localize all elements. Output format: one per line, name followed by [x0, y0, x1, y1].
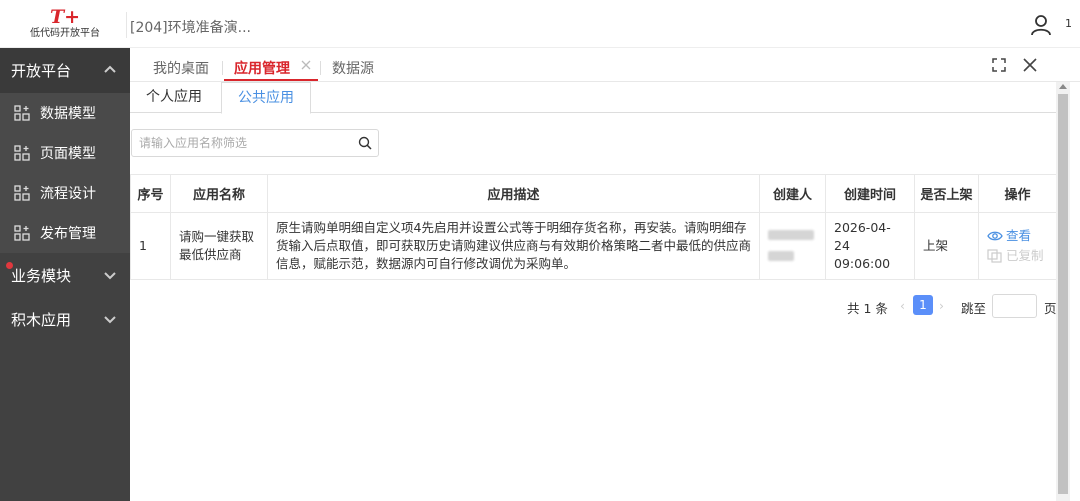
cell-created-time: 2026-04-24 09:06:00 — [825, 212, 915, 280]
fullscreen-icon[interactable] — [991, 57, 1007, 73]
pager-total: 共 1 条 — [847, 301, 888, 316]
main-content: 个人应用 公共应用 请输入应用名称筛选 序号 应用名称 应用描述 创建人 创建时… — [130, 82, 1057, 501]
chevron-down-icon — [104, 316, 116, 324]
app-logo[interactable]: T+ 低代码开放平台 — [0, 0, 130, 48]
tab-separator — [320, 61, 321, 75]
tab-app-management[interactable]: 应用管理 — [234, 58, 290, 78]
module-icon — [14, 105, 30, 121]
cell-actions: 查看 已复制 — [978, 212, 1057, 280]
table-row: 1 请购一键获取最低供应商 原生请购单明细自定义项4先启用并设置公式等于明细存货… — [130, 212, 1057, 280]
close-icon[interactable] — [300, 59, 312, 71]
logo-text: 低代码开放平台 — [30, 27, 100, 39]
menu-group-blocks[interactable]: 积木应用 — [0, 297, 130, 341]
sidebar-item-label: 页面模型 — [40, 146, 96, 162]
user-count: 1 — [1065, 17, 1072, 30]
column-header: 应用名称 — [170, 174, 268, 213]
apps-table: 序号 应用名称 应用描述 创建人 创建时间 是否上架 操作 1 请购一键获取最低… — [130, 174, 1057, 280]
search-icon[interactable] — [358, 136, 372, 150]
environment-title[interactable]: [204]环境准备演... — [126, 12, 251, 38]
pagination: 共 1 条 ‹ 1 › 跳至 页 — [130, 294, 1057, 320]
scroll-up-arrow[interactable] — [1059, 84, 1067, 89]
sidebar-item-label: 流程设计 — [40, 186, 96, 202]
view-label: 查看 — [1006, 228, 1032, 243]
column-header: 操作 — [978, 174, 1057, 213]
user-icon[interactable] — [1030, 14, 1052, 36]
pager-unit-label: 页 — [1044, 301, 1057, 316]
cell-listed-status: 上架 — [914, 212, 979, 280]
redacted-creator — [768, 229, 814, 240]
copied-button: 已复制 — [987, 246, 1048, 266]
active-tab-underline — [224, 79, 318, 81]
tab-bar: 我的桌面 应用管理 数据源 — [130, 48, 1080, 82]
chevron-up-icon — [104, 65, 116, 73]
chevron-down-icon — [104, 272, 116, 280]
sidebar-item-data-model[interactable]: 数据模型 — [0, 93, 130, 133]
sidebar-item-page-model[interactable]: 页面模型 — [0, 133, 130, 173]
column-header: 创建时间 — [825, 174, 915, 213]
tab-separator — [222, 61, 223, 75]
chevron-right-icon[interactable]: › — [939, 298, 944, 313]
cell-app-name: 请购一键获取最低供应商 — [170, 212, 268, 280]
pager-goto-label: 跳至 — [961, 301, 987, 316]
column-header: 是否上架 — [914, 174, 979, 213]
copied-label: 已复制 — [1006, 248, 1044, 263]
module-icon — [14, 185, 30, 201]
module-icon — [14, 145, 30, 161]
menu-group-open-platform[interactable]: 开放平台 — [0, 48, 130, 93]
cell-description: 原生请购单明细自定义项4先启用并设置公式等于明细存货名称，再安装。请购明细存货输… — [267, 212, 760, 280]
menu-group-label: 业务模块 — [11, 266, 72, 285]
pager-goto-input[interactable] — [992, 294, 1037, 318]
subtab-bar: 个人应用 公共应用 — [130, 82, 1056, 114]
vertical-scrollbar[interactable] — [1056, 82, 1070, 501]
menu-group-business[interactable]: 业务模块 — [0, 253, 130, 297]
sidebar: 开放平台 数据模型 页面模型 流程设计 发布管理 业务模块 积木应用 — [0, 48, 130, 501]
menu-group-label: 开放平台 — [11, 62, 72, 80]
top-header: T+ 低代码开放平台 [204]环境准备演... 1 — [0, 0, 1080, 48]
view-button[interactable]: 查看 — [987, 226, 1048, 246]
close-window-icon[interactable] — [1022, 57, 1038, 73]
chevron-left-icon[interactable]: ‹ — [900, 298, 905, 313]
sidebar-item-publish[interactable]: 发布管理 — [0, 213, 130, 253]
sidebar-item-label: 数据模型 — [40, 106, 96, 122]
notification-dot — [6, 262, 13, 269]
eye-icon — [987, 231, 1003, 241]
column-header: 应用描述 — [267, 174, 760, 213]
tab-my-desktop[interactable]: 我的桌面 — [153, 58, 209, 78]
sidebar-item-flow-design[interactable]: 流程设计 — [0, 173, 130, 213]
cell-index: 1 — [130, 212, 171, 280]
subtab-public-apps[interactable]: 公共应用 — [221, 82, 311, 114]
table-header-row: 序号 应用名称 应用描述 创建人 创建时间 是否上架 操作 — [130, 174, 1057, 213]
cell-creator: 1 — [759, 212, 826, 280]
tab-data-source[interactable]: 数据源 — [332, 58, 374, 78]
subtab-personal-apps[interactable]: 个人应用 — [130, 82, 218, 113]
menu-group-label: 积木应用 — [11, 310, 72, 329]
logo-mark: T+ — [49, 5, 81, 28]
sidebar-item-label: 发布管理 — [40, 226, 96, 242]
column-header: 序号 — [130, 174, 171, 213]
page-button-current[interactable]: 1 — [913, 295, 933, 315]
open-platform-submenu: 数据模型 页面模型 流程设计 发布管理 — [0, 93, 130, 253]
scroll-thumb[interactable] — [1058, 94, 1068, 494]
copy-icon — [987, 249, 1002, 263]
redacted-creator — [768, 250, 794, 261]
search-input[interactable]: 请输入应用名称筛选 — [131, 129, 379, 157]
column-header: 创建人 — [759, 174, 826, 213]
module-icon — [14, 225, 30, 241]
